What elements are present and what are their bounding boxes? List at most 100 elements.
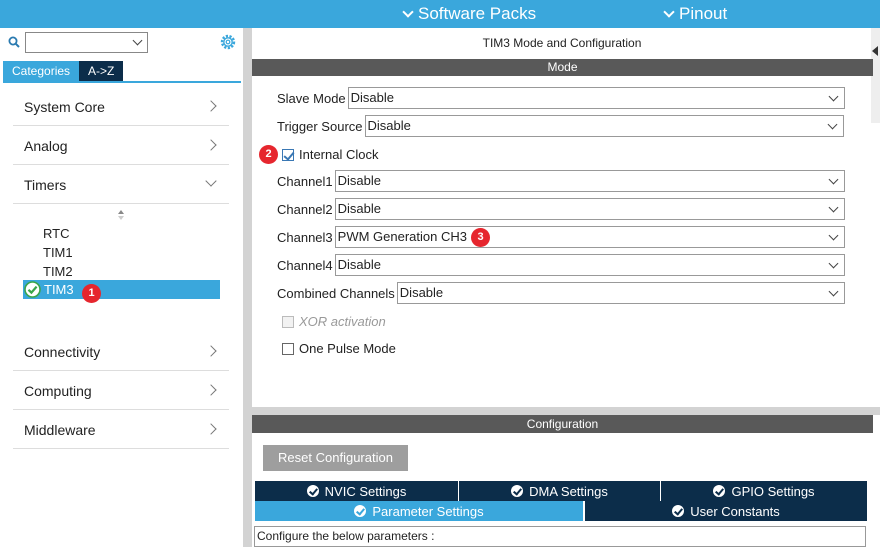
select-value: Disable (337, 257, 382, 272)
chevron-right-icon (205, 139, 217, 151)
check-circle-icon (713, 485, 726, 497)
chevron-down-icon[interactable] (132, 35, 143, 46)
tab-label: NVIC Settings (324, 483, 407, 499)
checkbox-label: Internal Clock (299, 147, 379, 162)
section-splitter[interactable] (252, 407, 880, 415)
chevron-down-icon (828, 202, 839, 213)
check-circle-icon (672, 505, 685, 517)
software-packs-menu[interactable]: Software Packs (402, 4, 536, 24)
check-circle-icon (306, 485, 319, 497)
category-analog[interactable]: Analog (13, 127, 229, 165)
chevron-down-icon (828, 258, 839, 269)
chevron-down-icon (828, 286, 839, 297)
tab-a-z[interactable]: A->Z (79, 61, 124, 81)
tab-underline (3, 81, 241, 83)
field-label: Slave Mode (277, 90, 346, 106)
timer-item-tim1[interactable]: TIM1 (43, 245, 73, 260)
combined-channels-row: Combined Channels Disable (277, 282, 845, 304)
xor-activation-row: XOR activation (282, 314, 386, 329)
category-label: Computing (24, 383, 92, 399)
configuration-section-header: Configuration (252, 415, 873, 433)
timer-item-tim3[interactable]: TIM3 (23, 280, 220, 299)
combined-channels-select[interactable]: Disable (396, 282, 845, 304)
slave-mode-row: Slave Mode Disable (277, 87, 845, 109)
tab-categories[interactable]: Categories (3, 61, 80, 81)
parameters-box: Configure the below parameters : (254, 526, 866, 547)
select-value: PWM Generation CH3 (337, 229, 467, 244)
trigger-source-row: Trigger Source Disable (277, 115, 844, 137)
category-label: Middleware (24, 422, 96, 438)
select-value: Disable (367, 118, 411, 133)
category-tabs: Categories A->Z (3, 61, 124, 81)
category-connectivity[interactable]: Connectivity (13, 333, 229, 371)
channel2-row: Channel2 Disable (277, 198, 845, 220)
trigger-source-select[interactable]: Disable (364, 115, 844, 137)
chevron-down-icon (205, 175, 217, 187)
checkbox-label: XOR activation (299, 314, 386, 329)
category-system-core[interactable]: System Core (13, 88, 229, 126)
tab-nvic-settings[interactable]: NVIC Settings (255, 481, 458, 501)
internal-clock-checkbox[interactable] (282, 148, 294, 161)
one-pulse-mode-checkbox[interactable] (282, 342, 294, 355)
panel-splitter[interactable] (243, 28, 252, 547)
channel3-select[interactable]: PWM Generation CH3 (334, 226, 845, 248)
mode-section-header: Mode (252, 59, 873, 76)
tab-dma-settings[interactable]: DMA Settings (459, 481, 660, 501)
category-middleware[interactable]: Middleware (13, 411, 229, 449)
timer-item-rtc[interactable]: RTC (43, 226, 69, 241)
channel1-select[interactable]: Disable (334, 170, 845, 192)
gear-icon[interactable] (219, 33, 237, 51)
field-label: Channel1 (277, 173, 333, 189)
search-input[interactable] (25, 32, 148, 53)
chevron-down-icon (828, 174, 839, 185)
chevron-right-icon (205, 384, 217, 396)
chevron-down-icon (828, 230, 839, 241)
mode-configuration-panel: TIM3 Mode and Configuration Mode Slave M… (252, 28, 880, 547)
select-value: Disable (350, 90, 395, 105)
category-timers[interactable]: Timers (13, 166, 229, 204)
channel3-row: Channel3 PWM Generation CH3 (277, 226, 845, 248)
field-label: Channel2 (277, 201, 333, 217)
chevron-right-icon (205, 100, 217, 112)
select-value: Disable (399, 285, 444, 300)
internal-clock-row[interactable]: Internal Clock (282, 147, 378, 162)
field-label: Trigger Source (277, 118, 363, 134)
chevron-down-icon (663, 5, 675, 18)
tab-label: Parameter Settings (372, 503, 484, 519)
pinout-menu[interactable]: Pinout (663, 4, 728, 24)
tab-gpio-settings[interactable]: GPIO Settings (661, 481, 867, 501)
channel2-select[interactable]: Disable (334, 198, 845, 220)
check-circle-icon (354, 505, 367, 517)
tab-parameter-settings[interactable]: Parameter Settings (255, 501, 583, 521)
slave-mode-select[interactable]: Disable (347, 87, 845, 109)
step-badge-1: 1 (82, 284, 101, 303)
sort-icon[interactable] (117, 209, 125, 221)
category-label: Analog (24, 138, 68, 154)
xor-activation-checkbox (282, 315, 294, 328)
channel4-select[interactable]: Disable (334, 254, 845, 276)
pinout-label: Pinout (679, 4, 728, 23)
chevron-right-icon (205, 345, 217, 357)
chevron-right-icon (205, 423, 217, 435)
step-badge-3: 3 (471, 228, 490, 247)
top-bar: Software Packs Pinout (0, 0, 880, 28)
field-label: Combined Channels (277, 285, 395, 301)
check-circle-icon (24, 281, 41, 298)
categories-panel: Categories A->Z System Core Analog Timer… (0, 28, 243, 547)
tab-user-constants[interactable]: User Constants (585, 501, 867, 521)
tab-label: DMA Settings (529, 483, 608, 499)
tab-label: User Constants (690, 503, 780, 519)
step-badge-2: 2 (259, 145, 278, 164)
field-label: Channel3 (277, 229, 333, 245)
select-value: Disable (337, 201, 382, 216)
reset-configuration-button[interactable]: Reset Configuration (263, 445, 408, 471)
chevron-down-icon (827, 119, 837, 130)
category-label: Connectivity (24, 344, 101, 360)
check-circle-icon (511, 485, 524, 497)
collapse-arrow-icon[interactable] (872, 46, 878, 56)
category-computing[interactable]: Computing (13, 372, 229, 410)
category-label: System Core (24, 99, 105, 115)
one-pulse-mode-row[interactable]: One Pulse Mode (282, 341, 396, 356)
timer-item-tim2[interactable]: TIM2 (43, 264, 73, 279)
channel4-row: Channel4 Disable (277, 254, 845, 276)
